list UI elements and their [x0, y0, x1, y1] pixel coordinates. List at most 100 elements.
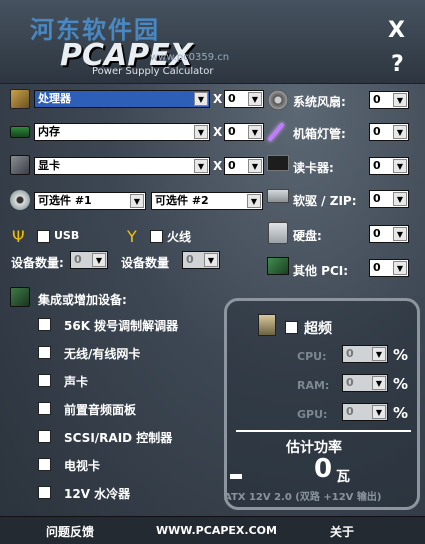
usb-checkbox[interactable] — [37, 230, 50, 243]
memory-select-value: 内存 — [38, 125, 60, 138]
cold-cathode-icon — [267, 122, 285, 142]
front-audio-checkbox[interactable] — [38, 402, 51, 415]
calculator-window: 河东软件园 PCAPEX www.pc0359.cn Power Supply … — [0, 0, 425, 544]
network-card-checkbox[interactable] — [38, 346, 51, 359]
ram-overclock-label: RAM: — [297, 379, 330, 392]
scsi-raid-checkbox[interactable] — [38, 430, 51, 443]
chevron-down-icon: ▼ — [393, 93, 407, 107]
firewire-label: 火线 — [167, 230, 192, 244]
close-button[interactable]: X — [388, 18, 405, 43]
gpu-overclock-label: GPU: — [297, 408, 328, 421]
modem-checkbox[interactable] — [38, 318, 51, 331]
chevron-down-icon: ▼ — [194, 125, 208, 139]
multiply-label: X — [213, 159, 223, 173]
other-pci-qty-select[interactable]: 0 ▼ — [369, 259, 409, 277]
usb-icon: Ψ — [12, 227, 25, 246]
estimated-power-value: 0 — [314, 454, 333, 484]
cpu-qty-select[interactable]: 0 ▼ — [224, 90, 264, 108]
hard-disk-label: 硬盘: — [293, 229, 322, 243]
chevron-down-icon: ▼ — [248, 125, 262, 139]
cpu-select[interactable]: 处理器 ▼ — [34, 90, 210, 108]
graphics-select[interactable]: 显卡 ▼ — [34, 157, 210, 175]
cpu-percent-label: % — [393, 346, 409, 364]
disc-icon — [10, 190, 30, 210]
optional-1-value: 可选件 #1 — [38, 194, 92, 207]
optional-2-select[interactable]: 可选件 #2 ▼ — [151, 192, 263, 210]
firewire-device-count-label: 设备数量 — [121, 256, 170, 270]
floppy-zip-qty-select[interactable]: 0 ▼ — [369, 190, 409, 208]
usb-label: USB — [54, 229, 80, 242]
cold-cathode-qty-select[interactable]: 0 ▼ — [369, 123, 409, 141]
chevron-down-icon: ▼ — [248, 92, 262, 106]
other-pci-label: 其他 PCI: — [293, 264, 349, 278]
floppy-zip-qty-value: 0 — [373, 192, 381, 205]
gpu-overclock-value: 0 — [346, 405, 354, 418]
cpu-qty-value: 0 — [228, 92, 236, 105]
fan-label: 系统风扇: — [293, 95, 346, 109]
graphics-qty-value: 0 — [228, 159, 236, 172]
fan-icon — [268, 90, 288, 110]
cpu-overclock-value: 0 — [346, 347, 354, 360]
floppy-zip-label: 软驱 / ZIP: — [293, 194, 357, 208]
network-card-label: 无线/有线网卡 — [64, 347, 141, 361]
fan-qty-select[interactable]: 0 ▼ — [369, 91, 409, 109]
cpu-select-value: 处理器 — [38, 92, 71, 105]
firewire-device-count-value: 0 — [186, 253, 194, 266]
motherboard-icon — [10, 287, 30, 307]
firewire-device-count-select[interactable]: 0 ▼ — [182, 251, 220, 269]
firewire-checkbox[interactable] — [150, 230, 163, 243]
hard-disk-qty-value: 0 — [373, 227, 381, 240]
water-cooler-checkbox[interactable] — [38, 486, 51, 499]
tv-card-label: 电视卡 — [64, 459, 101, 473]
sound-card-checkbox[interactable] — [38, 374, 51, 387]
memory-icon — [10, 126, 30, 138]
multiply-label: X — [213, 92, 223, 106]
chevron-down-icon: ▼ — [194, 92, 208, 106]
multiply-label: X — [213, 125, 223, 139]
memory-qty-value: 0 — [228, 125, 236, 138]
graphics-select-value: 显卡 — [38, 159, 60, 172]
optional-1-select[interactable]: 可选件 #1 ▼ — [34, 192, 146, 210]
optional-2-value: 可选件 #2 — [155, 194, 209, 207]
overclock-icon — [258, 314, 276, 336]
memory-select[interactable]: 内存 ▼ — [34, 123, 210, 141]
cpu-overclock-select[interactable]: 0 ▼ — [342, 345, 388, 363]
result-divider — [236, 430, 411, 432]
hard-disk-qty-select[interactable]: 0 ▼ — [369, 225, 409, 243]
front-audio-label: 前置音频面板 — [64, 403, 137, 417]
other-pci-qty-value: 0 — [373, 261, 381, 274]
hard-disk-icon — [268, 222, 288, 244]
chevron-down-icon: ▼ — [247, 194, 261, 208]
graphics-qty-select[interactable]: 0 ▼ — [224, 157, 264, 175]
help-button[interactable]: ? — [391, 52, 404, 77]
card-reader-qty-value: 0 — [373, 159, 381, 172]
memory-qty-select[interactable]: 0 ▼ — [224, 123, 264, 141]
chevron-down-icon: ▼ — [372, 376, 386, 390]
card-reader-icon — [267, 155, 289, 171]
cold-cathode-qty-value: 0 — [373, 125, 381, 138]
overclock-label: 超频 — [304, 321, 332, 337]
pci-card-icon — [267, 257, 289, 275]
cpu-icon — [10, 89, 30, 109]
ram-overclock-value: 0 — [346, 376, 354, 389]
chevron-down-icon: ▼ — [130, 194, 144, 208]
overclock-checkbox[interactable] — [285, 321, 298, 334]
sound-card-label: 声卡 — [64, 375, 89, 389]
feedback-link[interactable]: 问题反馈 — [46, 523, 94, 540]
card-reader-qty-select[interactable]: 0 ▼ — [369, 157, 409, 175]
about-link[interactable]: 关于 — [330, 523, 354, 540]
chevron-down-icon: ▼ — [393, 192, 407, 206]
usb-device-count-select[interactable]: 0 ▼ — [70, 251, 108, 269]
chevron-down-icon: ▼ — [92, 253, 106, 267]
chevron-down-icon: ▼ — [393, 227, 407, 241]
chevron-down-icon: ▼ — [393, 261, 407, 275]
atx-note: ATX 12V 2.0 (双路 +12V 输出) — [224, 492, 382, 503]
watermark-url: www.pc0359.cn — [150, 52, 230, 63]
gpu-overclock-select[interactable]: 0 ▼ — [342, 403, 388, 421]
website-link[interactable]: WWW.PCAPEX.COM — [156, 524, 277, 537]
tv-card-checkbox[interactable] — [38, 458, 51, 471]
ram-overclock-select[interactable]: 0 ▼ — [342, 374, 388, 392]
fan-qty-value: 0 — [373, 93, 381, 106]
firewire-icon: Y — [127, 227, 137, 246]
card-reader-label: 读卡器: — [293, 161, 334, 175]
